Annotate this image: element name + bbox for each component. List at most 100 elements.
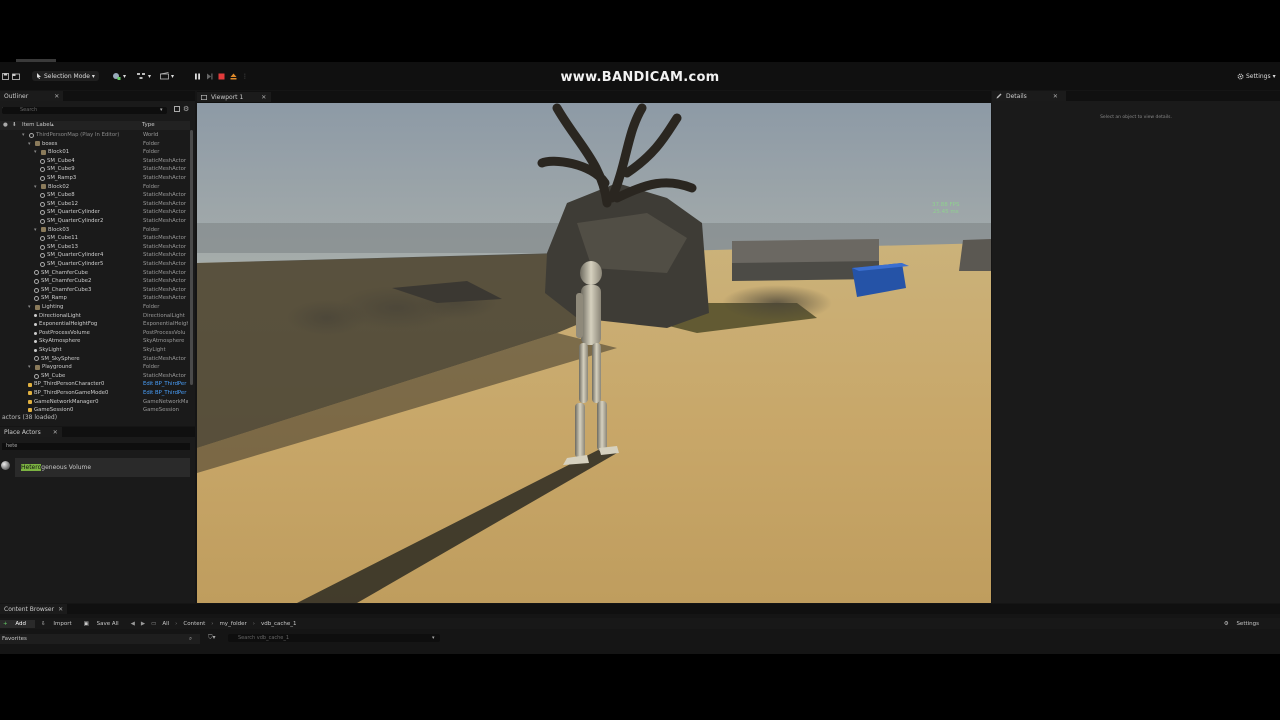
outliner-row[interactable]: SkyLight SkyLight xyxy=(0,346,190,355)
import-button[interactable]: ⇩ Import xyxy=(41,621,78,627)
outliner-row[interactable]: SM_Ramp3 StaticMeshActor xyxy=(0,174,190,183)
outliner-row[interactable]: SkyAtmosphere SkyAtmosphere xyxy=(0,337,190,346)
close-icon[interactable]: ✕ xyxy=(261,94,266,101)
outliner-row[interactable]: SM_Cube13 StaticMeshActor xyxy=(0,243,190,252)
breadcrumb-content[interactable]: Content xyxy=(183,621,205,627)
outliner-row[interactable]: ▾ boxes Folder xyxy=(0,140,190,149)
expand-arrow-icon[interactable]: ▾ xyxy=(34,226,39,235)
outliner-scrollbar[interactable] xyxy=(190,130,193,385)
search-icon[interactable]: ⌕ xyxy=(189,634,192,644)
add-button[interactable]: + Add xyxy=(0,619,36,628)
close-icon[interactable]: ✕ xyxy=(54,93,59,100)
outliner-row-label: GameNetworkManager0 xyxy=(34,398,99,405)
outliner-row[interactable]: BP_ThirdPersonCharacter0 Edit BP_ThirdPer xyxy=(0,380,190,389)
level-viewport[interactable] xyxy=(197,103,991,603)
breadcrumb-vdb-cache[interactable]: vdb_cache_1 xyxy=(261,621,297,627)
cb-settings-button[interactable]: ⚙ Settings xyxy=(1224,621,1265,627)
outliner-column-header: ● ⬇ Item Label ▴ Type xyxy=(0,121,190,130)
viewport-tabbar: Viewport 1 ✕ xyxy=(197,91,991,103)
breadcrumb-all[interactable]: All xyxy=(162,621,169,627)
outliner-row-label-group: SM_QuarterCylinder4 xyxy=(40,251,103,260)
outliner-row[interactable]: SM_Cube12 StaticMeshActor xyxy=(0,200,190,209)
folder-icon xyxy=(41,149,46,155)
outliner-row-label-group: ▾ boxes xyxy=(28,140,57,149)
outliner-row-label: SM_Ramp xyxy=(41,295,67,302)
outliner-row[interactable]: ▾ Block03 Folder xyxy=(0,226,190,235)
outliner-row[interactable]: ▾ Lighting Folder xyxy=(0,303,190,312)
outliner-row[interactable]: ▾ Playground Folder xyxy=(0,363,190,372)
expand-arrow-icon[interactable]: ▾ xyxy=(28,303,33,312)
outliner-row-label: SM_Cube9 xyxy=(47,166,75,173)
close-icon[interactable]: ✕ xyxy=(1053,93,1058,100)
column-item-label[interactable]: Item Label xyxy=(22,121,51,130)
outliner-row-label-group: SM_QuarterCylinder5 xyxy=(40,260,103,269)
outliner-row[interactable]: SM_QuarterCylinder StaticMeshActor xyxy=(0,208,190,217)
expand-arrow-icon[interactable]: ▾ xyxy=(34,183,39,192)
outliner-row[interactable]: SM_Cube StaticMeshActor xyxy=(0,372,190,381)
outliner-row[interactable]: GameSession0 GameSession xyxy=(0,406,190,412)
history-forward-icon[interactable]: ▶ xyxy=(141,621,145,627)
outliner-row[interactable]: ExponentialHeightFog ExponentialHeightF xyxy=(0,320,190,329)
expand-arrow-icon[interactable]: ▾ xyxy=(28,363,33,372)
filter-icon[interactable]: ⛉▾ xyxy=(208,634,216,642)
outliner-row[interactable]: ▾ ThirdPersonMap (Play In Editor) World xyxy=(0,131,190,140)
outliner-row[interactable]: SM_Cube8 StaticMeshActor xyxy=(0,191,190,200)
outliner-row[interactable]: GameNetworkManager0 GameNetworkMa xyxy=(0,398,190,407)
outliner-row-type: StaticMeshActor xyxy=(143,355,187,362)
outliner-row[interactable]: PostProcessVolume PostProcessVolu xyxy=(0,329,190,338)
favorites-header[interactable]: Favorites ⌕ xyxy=(0,634,200,644)
outliner-row[interactable]: SM_QuarterCylinder5 StaticMeshActor xyxy=(0,260,190,269)
chevron-down-icon[interactable]: ▾ xyxy=(432,635,435,641)
place-actor-item-heterogeneous-volume[interactable]: Heterogeneous Volume xyxy=(15,458,190,477)
outliner-row[interactable]: SM_ChamferCube3 StaticMeshActor xyxy=(0,286,190,295)
breadcrumb-my-folder[interactable]: my_folder xyxy=(219,621,246,627)
save-all-label: Save All xyxy=(96,620,119,627)
outliner-row[interactable]: SM_QuarterCylinder4 StaticMeshActor xyxy=(0,251,190,260)
outliner-row-label: SM_SkySphere xyxy=(41,355,80,362)
outliner-row-type: Folder xyxy=(143,304,160,310)
outliner-row-label: SM_QuarterCylinder2 xyxy=(47,218,104,224)
outliner-row[interactable]: SM_ChamferCube2 StaticMeshActor xyxy=(0,277,190,286)
gear-icon[interactable]: ⚙ xyxy=(183,105,189,113)
outliner-row-type[interactable]: Edit BP_ThirdPer xyxy=(143,389,188,398)
outliner-row-label-group: SM_ChamferCube3 xyxy=(34,286,91,295)
outliner-row[interactable]: ▾ Block01 Folder xyxy=(0,148,190,157)
tab-viewport-1[interactable]: Viewport 1 ✕ xyxy=(197,92,271,102)
chevron-down-icon[interactable]: ▾ xyxy=(160,107,163,113)
expand-arrow-icon[interactable]: ▾ xyxy=(22,131,27,140)
close-icon[interactable]: ✕ xyxy=(58,606,63,613)
column-type[interactable]: Type xyxy=(142,121,155,130)
place-actors-search-input[interactable]: hete xyxy=(2,443,190,450)
outliner-row[interactable]: DirectionalLight DirectionalLight xyxy=(0,312,190,321)
outliner-search-input[interactable]: Search xyxy=(2,107,167,114)
history-back-icon[interactable]: ◀ xyxy=(131,621,135,627)
tab-place-actors[interactable]: Place Actors ✕ xyxy=(0,427,62,437)
outliner-row[interactable]: SM_Cube11 StaticMeshActor xyxy=(0,234,190,243)
outliner-row-type: StaticMeshActor xyxy=(143,175,187,181)
outliner-row[interactable]: ▾ Block02 Folder xyxy=(0,183,190,192)
details-empty-hint: Select an object to view details. xyxy=(1100,115,1172,120)
expand-arrow-icon[interactable]: ▾ xyxy=(34,148,39,157)
close-icon[interactable]: ✕ xyxy=(53,429,58,436)
tab-outliner[interactable]: Outliner ✕ xyxy=(0,91,64,101)
outliner-row-label-group: SM_QuarterCylinder2 xyxy=(40,217,103,226)
breadcrumb-separator: › xyxy=(252,620,255,627)
outliner-row[interactable]: BP_ThirdPersonGameMode0 Edit BP_ThirdPer xyxy=(0,389,190,398)
tab-content-browser[interactable]: Content Browser ✕ xyxy=(0,604,68,614)
add-folder-icon[interactable] xyxy=(174,106,180,112)
expand-arrow-icon[interactable]: ▾ xyxy=(28,140,33,149)
visibility-icon[interactable]: ● xyxy=(3,121,8,130)
outliner-row[interactable]: SM_Cube9 StaticMeshActor xyxy=(0,165,190,174)
pin-icon[interactable]: ⬇ xyxy=(12,121,17,130)
content-search-input[interactable]: Search vdb_cache_1 xyxy=(228,634,440,642)
tab-details[interactable]: Details ✕ xyxy=(992,91,1066,101)
outliner-row-label: PostProcessVolume xyxy=(39,329,90,336)
outliner-row[interactable]: SM_Cube4 StaticMeshActor xyxy=(0,157,190,166)
outliner-row[interactable]: SM_Ramp StaticMeshActor xyxy=(0,294,190,303)
outliner-row-label: BP_ThirdPersonCharacter0 xyxy=(34,381,105,388)
outliner-row[interactable]: SM_SkySphere StaticMeshActor xyxy=(0,355,190,364)
outliner-row-type[interactable]: Edit BP_ThirdPer xyxy=(143,380,188,389)
outliner-row[interactable]: SM_ChamferCube StaticMeshActor xyxy=(0,269,190,278)
save-all-button[interactable]: ▣ Save All xyxy=(84,621,125,627)
outliner-row[interactable]: SM_QuarterCylinder2 StaticMeshActor xyxy=(0,217,190,226)
